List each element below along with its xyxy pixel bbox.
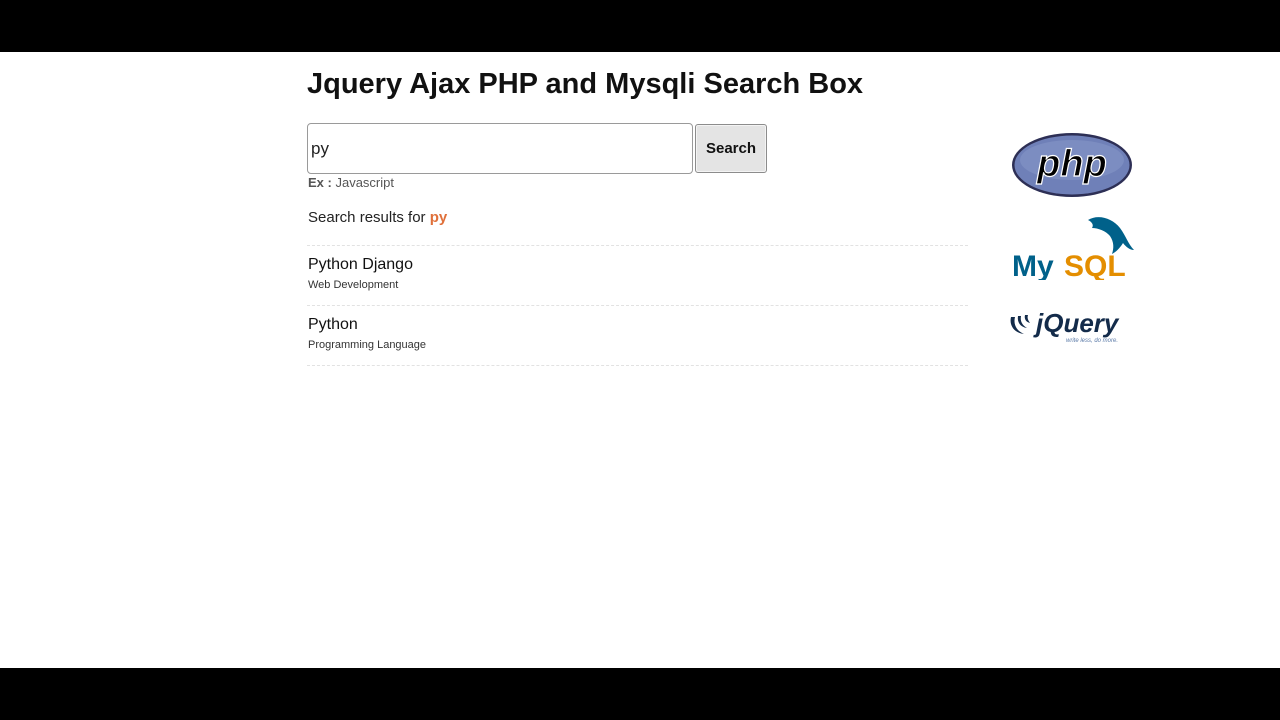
search-button[interactable]: Search <box>695 124 767 173</box>
result-title[interactable]: Python <box>308 316 968 334</box>
example-value: Javascript <box>335 175 394 190</box>
php-logo-icon: php <box>1012 133 1132 197</box>
page-title: Jquery Ajax PHP and Mysqli Search Box <box>307 68 864 100</box>
example-label: Ex : <box>308 175 332 190</box>
mysql-logo-text-sql: SQL <box>1064 250 1126 280</box>
php-logo-text: php <box>1036 143 1107 185</box>
results-list: Python Django Web Development Python Pro… <box>307 245 968 366</box>
result-item[interactable]: Python Django Web Development <box>307 246 968 306</box>
search-input[interactable] <box>307 123 693 174</box>
jquery-logo-text: jQuery <box>1033 308 1120 338</box>
results-heading: Search results for py <box>308 209 447 226</box>
search-example-hint: Ex : Javascript <box>308 175 394 190</box>
results-query: py <box>429 209 448 226</box>
result-subtitle: Programming Language <box>308 339 427 351</box>
page: Jquery Ajax PHP and Mysqli Search Box Se… <box>0 52 1280 668</box>
result-item[interactable]: Python Programming Language <box>307 306 968 366</box>
result-title[interactable]: Python Django <box>308 256 968 274</box>
letterbox-top <box>0 0 1280 52</box>
jquery-logo-icon: jQuery write less, do more. <box>1010 308 1120 344</box>
results-heading-prefix: Search results for <box>308 209 426 226</box>
result-subtitle: Web Development <box>308 279 399 291</box>
mysql-logo-text-my: My <box>1012 250 1054 280</box>
mysql-logo-icon: My SQL <box>1012 217 1134 280</box>
letterbox-bottom <box>0 668 1280 720</box>
jquery-logo-tagline: write less, do more. <box>1066 338 1118 344</box>
